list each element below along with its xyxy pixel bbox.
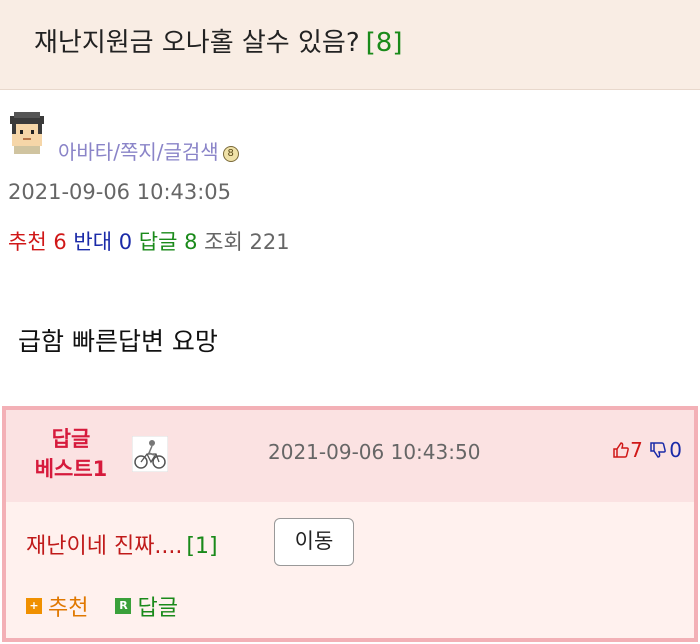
oppose-label: 반대: [73, 230, 113, 254]
best-reply-text[interactable]: 재난이네 진짜....: [26, 534, 182, 559]
post-date: 2021-09-06 10:43:05: [8, 180, 232, 204]
post-reply-count[interactable]: [8]: [366, 28, 403, 58]
best-reply-box: 답글 베스트1 2021-09-06 10:43:50 7 0 재난이네 진짜.…: [2, 406, 698, 642]
post-title-bar: 재난지원금 오나홀 살수 있음? [8]: [0, 0, 700, 90]
best-label-line2: 베스트1: [34, 457, 108, 481]
reply-label: 답글: [138, 230, 178, 254]
reply-action-label: 답글: [137, 596, 178, 621]
recommend-label: 추천: [8, 230, 47, 254]
recommend-action-label: 추천: [48, 596, 89, 621]
post-body: 급함 빠른답변 요망: [18, 327, 218, 356]
author-links-text[interactable]: 아바타/쪽지/글검색: [58, 140, 219, 164]
recommend-action-button[interactable]: + 추천: [26, 590, 88, 622]
post-title: 재난지원금 오나홀 살수 있음? [8]: [34, 22, 402, 59]
recommend-count: 6: [53, 230, 67, 254]
best-label-line1: 답글: [51, 427, 91, 451]
author-links[interactable]: 아바타/쪽지/글검색 8: [58, 136, 239, 165]
downvote-count: 0: [669, 438, 682, 462]
upvote-count: 7: [630, 438, 643, 462]
reply-count: 8: [184, 230, 198, 254]
best-reply-content[interactable]: 재난이네 진짜.... [1]: [26, 528, 218, 560]
views-label: 조회: [204, 230, 243, 254]
best-reply-votes: 7 0: [612, 438, 682, 464]
views-count: 221: [249, 230, 290, 254]
cyclist-icon[interactable]: [131, 435, 169, 473]
post-stats: 추천 6 반대 0 답글 8 조회 221: [8, 226, 290, 256]
thumbs-down-icon[interactable]: [649, 440, 667, 464]
best-reply-date: 2021-09-06 10:43:50: [268, 440, 481, 464]
reply-badge-icon: R: [115, 598, 132, 614]
best-reply-count: [1]: [186, 534, 218, 559]
reply-actions: + 추천 R 답글: [26, 590, 198, 622]
post-title-text: 재난지원금 오나홀 살수 있음?: [34, 28, 360, 58]
oppose-count: 0: [118, 230, 133, 254]
thumbs-up-icon[interactable]: [612, 440, 630, 464]
best-reply-header: 답글 베스트1 2021-09-06 10:43:50 7 0: [6, 410, 694, 502]
level-badge-icon: 8: [222, 145, 239, 162]
move-button[interactable]: 이동: [274, 518, 354, 566]
reply-action-button[interactable]: R 답글: [115, 590, 178, 622]
plus-icon: +: [26, 598, 42, 614]
author-avatar-icon[interactable]: [8, 112, 48, 154]
best-reply-label: 답글 베스트1: [26, 424, 116, 484]
